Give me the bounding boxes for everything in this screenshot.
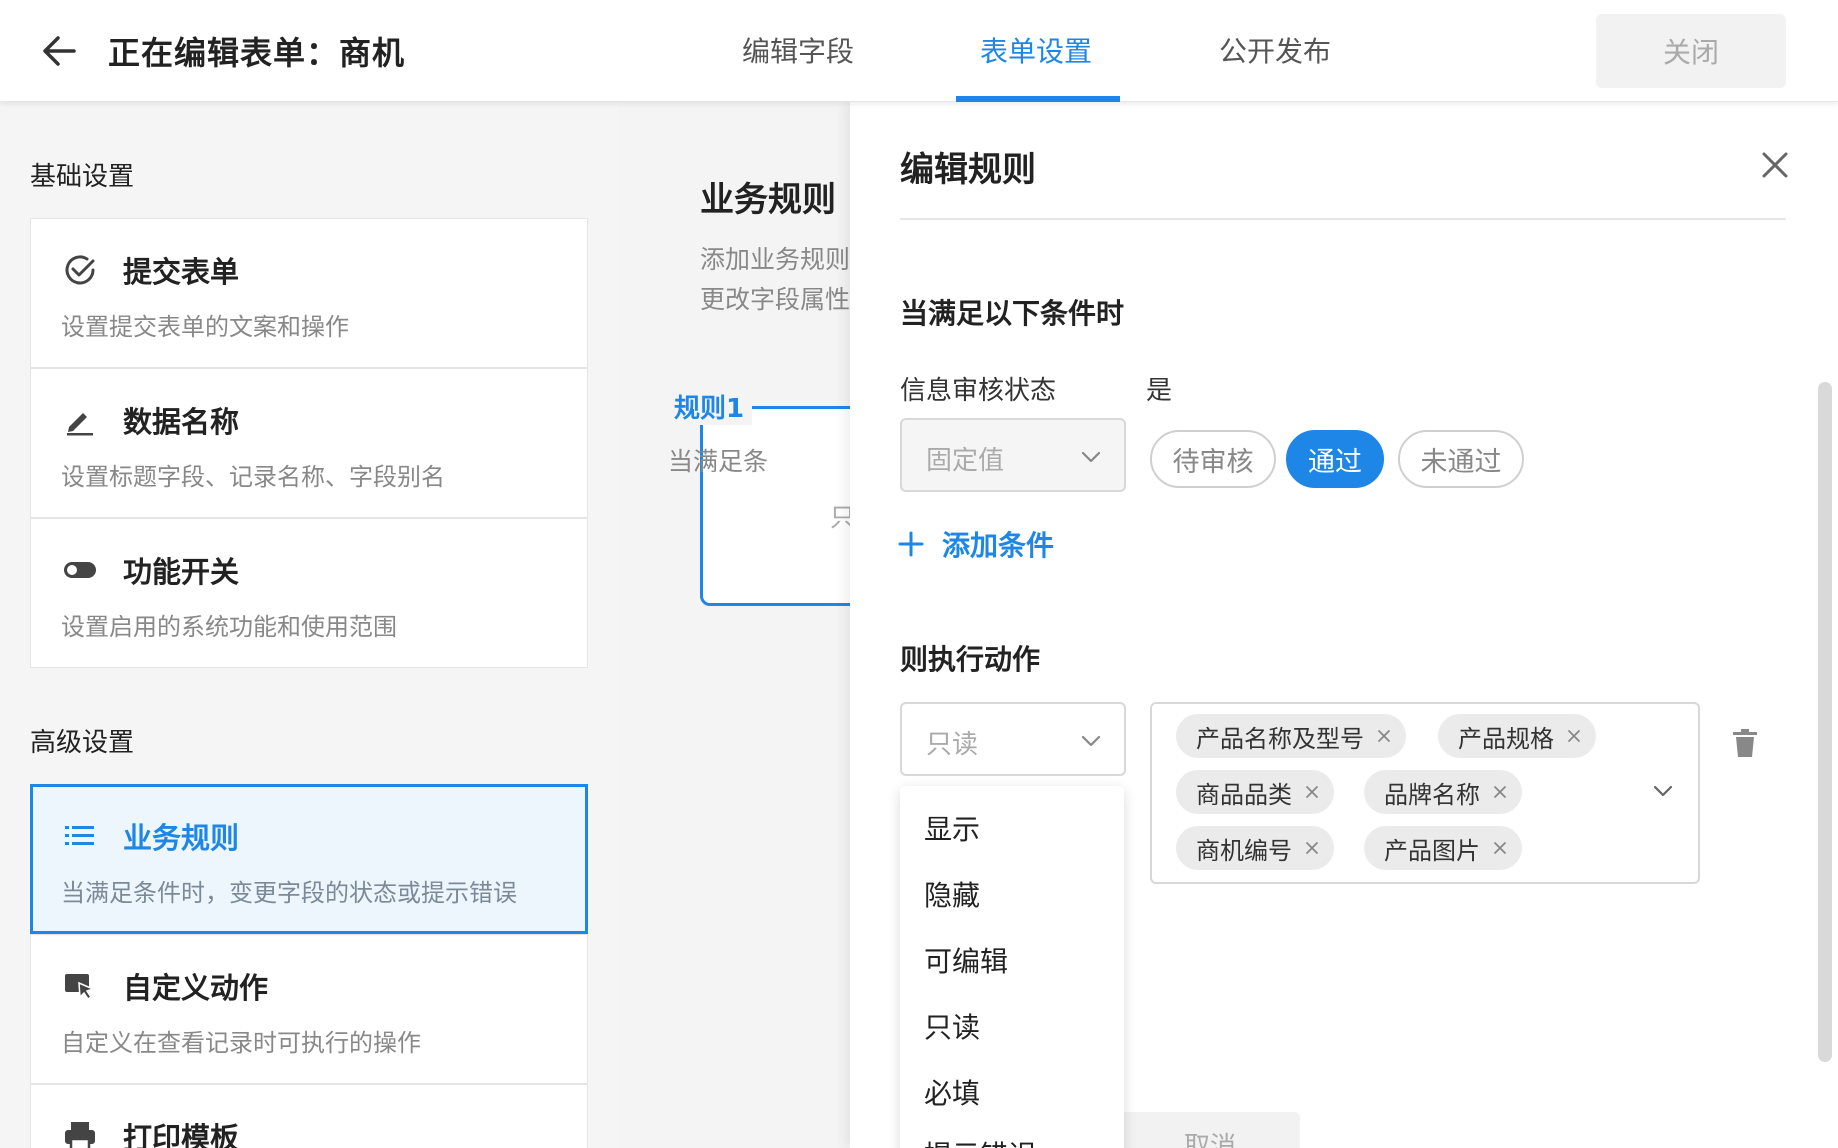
divider [900,218,1786,220]
chevron-down-icon [1081,451,1101,463]
condition-field-label: 信息审核状态 [900,376,1057,406]
tag-label: 产品名称及型号 [1196,724,1364,753]
page-title: 正在编辑表单：商机 [108,34,406,72]
tab-form-settings[interactable]: 表单设置 [980,30,1092,70]
option-approved[interactable]: 通过 [1286,430,1384,488]
action-selected: 只读 [926,730,979,760]
sidebar-item-business-rules[interactable]: 业务规则 当满足条件时，变更字段的状态或提示错误 [30,784,588,934]
sidebar-item-data-name[interactable]: 数据名称 设置标题字段、记录名称、字段别名 [30,368,588,518]
rule-name: 规则1 [666,388,753,425]
active-tab-indicator [956,96,1120,102]
sidebar-item-title: 自定义动作 [123,971,269,1005]
sidebar-item-title: 打印模板 [123,1121,240,1148]
tag-label: 产品规格 [1458,724,1554,753]
chevron-down-icon [1081,735,1101,747]
field-tag: 产品名称及型号 [1176,714,1406,758]
value-type-selected: 固定值 [926,446,1005,476]
action-dropdown-menu: 显示 隐藏 可编辑 只读 必填 提示错误 [900,786,1124,1148]
dropdown-item-show-error[interactable]: 提示错误 [924,1134,1114,1148]
sidebar-item-desc: 设置启用的系统功能和使用范围 [61,613,397,641]
sidebar-item-desc: 自定义在查看记录时可执行的操作 [61,1029,421,1057]
pencil-icon [67,413,93,436]
basic-settings-title: 基础设置 [30,162,135,192]
sidebar-item-print-template[interactable]: 打印模板 [30,1084,588,1148]
option-rejected[interactable]: 未通过 [1398,430,1524,488]
tag-label: 品牌名称 [1384,780,1480,809]
add-condition-button[interactable]: 添加条件 [898,524,1054,564]
dropdown-item-required[interactable]: 必填 [924,1072,1114,1112]
field-tag: 商品品类 [1176,770,1334,814]
rule-summary-action: 只 [830,503,850,532]
chevron-down-icon[interactable] [1652,780,1674,802]
arrow-left-icon[interactable] [38,30,80,72]
value-type-select[interactable]: 固定值 [900,418,1126,492]
dropdown-item-hide[interactable]: 隐藏 [924,874,1114,914]
plus-icon [898,531,924,557]
tag-label: 商机编号 [1196,836,1292,865]
add-condition-label: 添加条件 [942,529,1055,562]
field-tag: 商机编号 [1176,826,1334,870]
sidebar-item-desc: 设置提交表单的文案和操作 [61,313,349,341]
sidebar-item-title: 数据名称 [123,405,240,439]
condition-operator: 是 [1146,376,1173,406]
printer-icon [65,1122,95,1148]
remove-tag-icon[interactable] [1304,784,1320,800]
action-section-title: 则执行动作 [900,643,1041,676]
action-select[interactable]: 只读 [900,702,1126,776]
dropdown-item-editable[interactable]: 可编辑 [924,940,1114,980]
check-circle-icon [65,255,95,285]
list-icon [65,826,94,845]
toggle-icon [64,562,96,578]
sidebar-item-title: 提交表单 [123,255,240,289]
description-line: 更改字段属性 [700,285,850,314]
sidebar-item-title: 业务规则 [123,821,240,855]
field-tags-select[interactable]: 产品名称及型号 产品规格 商品品类 品牌名称 商机编号 产品图片 [1150,702,1700,884]
settings-sidebar: 基础设置 提交表单 设置提交表单的文案和操作 数据名称 设置标题字段、记录名称、… [0,102,618,1148]
cursor-window-icon [65,974,96,1001]
tag-label: 商品品类 [1196,780,1292,809]
close-icon[interactable] [1758,148,1792,182]
business-rules-panel: 业务规则 添加业务规则 更改字段属性 规则1 当满足条 只 [618,102,850,1148]
section-heading: 业务规则 [700,180,836,220]
condition-section-title: 当满足以下条件时 [900,297,1125,330]
cancel-button[interactable]: 取消 [1120,1112,1300,1148]
option-pending[interactable]: 待审核 [1150,430,1276,488]
dropdown-item-readonly[interactable]: 只读 [924,1006,1114,1046]
sidebar-item-desc: 设置标题字段、记录名称、字段别名 [61,463,445,491]
dropdown-item-show[interactable]: 显示 [924,808,1114,848]
remove-tag-icon[interactable] [1304,840,1320,856]
sidebar-item-submit-form[interactable]: 提交表单 设置提交表单的文案和操作 [30,218,588,368]
trash-icon[interactable] [1732,728,1758,758]
sidebar-item-desc: 当满足条件时，变更字段的状态或提示错误 [61,879,517,907]
drawer-title: 编辑规则 [900,150,1036,190]
top-header: 正在编辑表单：商机 编辑字段 表单设置 公开发布 关闭 [0,0,1838,102]
rule-card[interactable] [700,406,850,606]
tag-label: 产品图片 [1384,836,1480,865]
remove-tag-icon[interactable] [1376,728,1392,744]
close-button[interactable]: 关闭 [1596,14,1786,88]
drawer-scrollbar[interactable] [1818,382,1832,1062]
sidebar-item-custom-action[interactable]: 自定义动作 自定义在查看记录时可执行的操作 [30,934,588,1084]
remove-tag-icon[interactable] [1566,728,1582,744]
field-tag: 产品图片 [1364,826,1522,870]
description-line: 添加业务规则 [700,245,850,274]
section-description: 添加业务规则 更改字段属性 [700,240,850,320]
remove-tag-icon[interactable] [1492,784,1508,800]
sidebar-item-feature-toggle[interactable]: 功能开关 设置启用的系统功能和使用范围 [30,518,588,668]
rule-summary: 当满足条 [668,447,769,476]
advanced-settings-title: 高级设置 [30,728,135,758]
field-tag: 产品规格 [1438,714,1596,758]
tab-edit-fields[interactable]: 编辑字段 [742,30,854,70]
remove-tag-icon[interactable] [1492,840,1508,856]
tab-public-publish[interactable]: 公开发布 [1219,30,1331,70]
sidebar-item-title: 功能开关 [123,555,240,589]
field-tag: 品牌名称 [1364,770,1522,814]
